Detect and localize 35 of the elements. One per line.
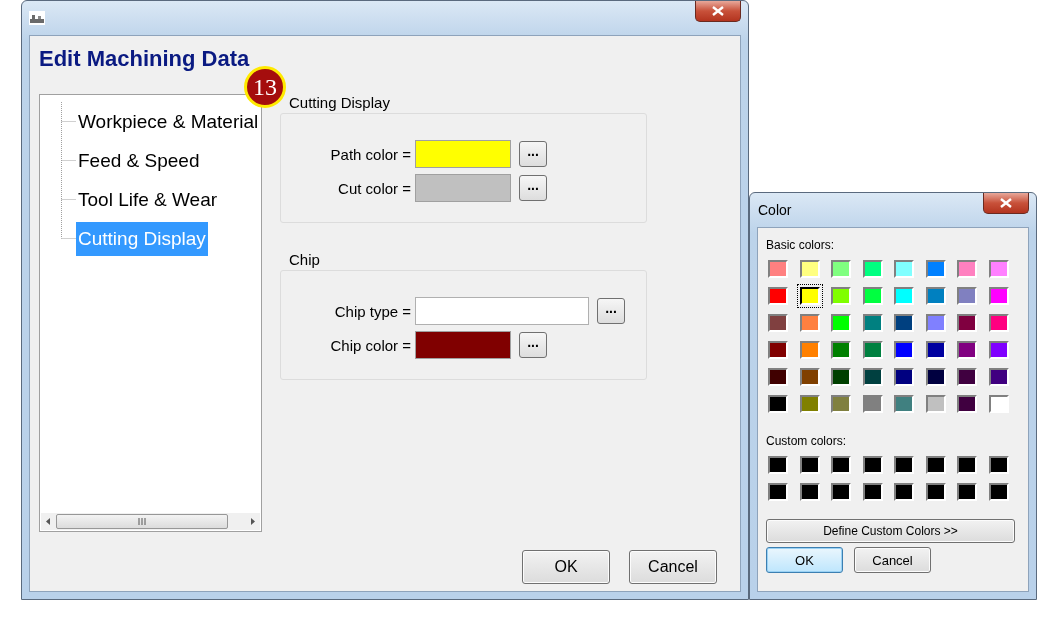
- close-button[interactable]: [695, 1, 741, 22]
- tree-item[interactable]: Tool Life & Wear: [76, 182, 220, 217]
- field-label: Chip type =: [333, 302, 411, 320]
- browse-button[interactable]: ...: [519, 175, 547, 201]
- field-label: Chip color =: [329, 336, 411, 354]
- group-title: Chip: [288, 251, 321, 270]
- left-arrow-icon[interactable]: [45, 517, 52, 526]
- field-label: Cut color =: [337, 179, 411, 197]
- input-field[interactable]: [415, 297, 589, 325]
- section-label: Custom colors:: [766, 434, 848, 450]
- color-swatch[interactable]: [415, 331, 511, 359]
- browse-button[interactable]: ...: [519, 141, 547, 167]
- browse-button[interactable]: ...: [597, 298, 625, 324]
- group-title: Cutting Display: [288, 94, 391, 113]
- grip-icon: [138, 518, 146, 525]
- app-icon: [29, 11, 45, 25]
- tree-item[interactable]: Feed & Speed: [76, 143, 202, 178]
- dialog-button[interactable]: OK: [522, 550, 610, 584]
- close-icon: [712, 6, 724, 16]
- scroll-thumb[interactable]: [56, 514, 228, 529]
- window-title: Color: [757, 202, 792, 218]
- color-swatch[interactable]: [415, 140, 511, 168]
- dialog-button[interactable]: Cancel: [629, 550, 717, 584]
- field-label: Path color =: [329, 145, 411, 163]
- dialog-button[interactable]: Cancel: [854, 547, 931, 573]
- horizontal-scrollbar[interactable]: [41, 513, 260, 530]
- dialog-button[interactable]: OK: [766, 547, 843, 573]
- section-label: Basic colors:: [766, 238, 836, 254]
- color-swatch[interactable]: [415, 174, 511, 202]
- define-custom-colors-button[interactable]: Define Custom Colors >>: [766, 519, 1015, 543]
- close-icon: [1000, 198, 1012, 208]
- callout-badge: 13: [244, 66, 286, 108]
- close-button[interactable]: [983, 193, 1029, 214]
- right-arrow-icon[interactable]: [249, 517, 256, 526]
- browse-button[interactable]: ...: [519, 332, 547, 358]
